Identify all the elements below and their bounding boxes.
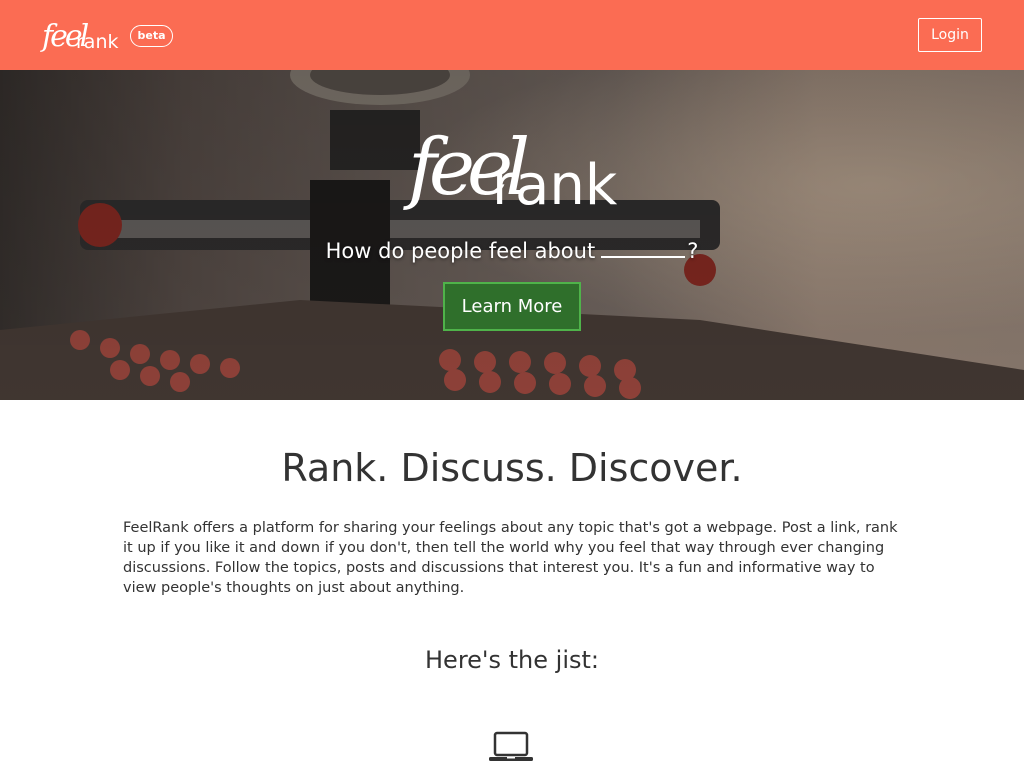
top-navbar: feel rank beta Login xyxy=(0,0,1024,70)
feelrank-hero-logo-icon: feel rank xyxy=(403,123,618,218)
laptop-icon xyxy=(487,730,535,764)
hero-logo: feel rank xyxy=(402,104,622,226)
svg-text:rank: rank xyxy=(492,153,618,218)
tagline-blank xyxy=(601,238,686,258)
section-subheading: Here's the jist: xyxy=(425,646,599,674)
intro-paragraph: FeelRank offers a platform for sharing y… xyxy=(123,520,898,596)
brand-logo[interactable]: feel rank xyxy=(40,12,120,58)
feelrank-logo-icon: feel rank xyxy=(40,19,119,54)
beta-badge: beta xyxy=(130,25,173,47)
hero-banner: feel rank How do people feel about? Lear… xyxy=(0,70,1024,400)
hero-tagline: How do people feel about? xyxy=(0,238,1024,263)
learn-more-button[interactable]: Learn More xyxy=(443,282,581,331)
page-headline: Rank. Discuss. Discover. xyxy=(281,446,743,490)
svg-text:rank: rank xyxy=(76,31,119,53)
tagline-text: How do people feel about xyxy=(325,239,596,263)
login-button[interactable]: Login xyxy=(918,18,982,52)
tagline-question-mark: ? xyxy=(687,239,699,263)
